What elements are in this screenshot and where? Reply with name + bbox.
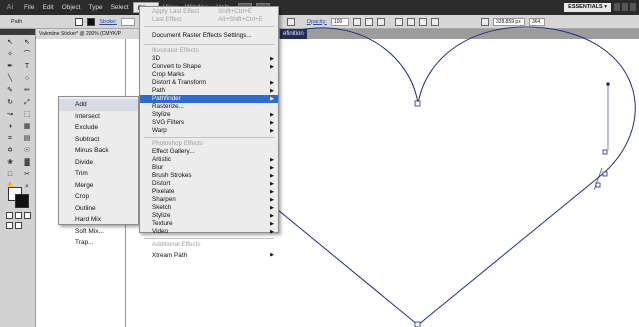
effect-item-rasterize[interactable]: Rasterize... (140, 103, 278, 111)
effect-item-path[interactable]: Path ▶ (140, 87, 278, 95)
menu-item-label: 3D (152, 55, 161, 62)
effect-item-xtream-path[interactable]: Xtream Path ▶ (140, 249, 278, 262)
submenu-arrow-icon: ▶ (270, 189, 274, 195)
anchor-point[interactable] (602, 171, 608, 177)
submenu-arrow-icon: ▶ (270, 229, 274, 235)
submenu-arrow-icon: ▶ (270, 157, 274, 163)
menu-item-label: Last Effect (152, 16, 182, 23)
handle-point[interactable] (606, 82, 610, 86)
effect-item-video[interactable]: Video ▶ (140, 228, 278, 236)
effect-item-distort-transform[interactable]: Distort & Transform ▶ (140, 79, 278, 87)
submenu-arrow-icon: ▶ (270, 197, 274, 203)
submenu-arrow-icon: ▶ (270, 112, 274, 118)
pathfinder-crop[interactable]: Crop (59, 191, 138, 203)
pathfinder-soft-mix[interactable]: Soft Mix... (59, 226, 138, 238)
menu-separator (144, 26, 274, 27)
submenu-arrow-icon: ▶ (270, 252, 274, 258)
effect-item-crop-marks[interactable]: Crop Marks (140, 71, 278, 79)
submenu-arrow-icon: ▶ (270, 181, 274, 187)
menu-item-label: Sketch (152, 204, 172, 211)
additional-effects-heading: Additional Effects (152, 241, 201, 248)
submenu-arrow-icon: ▶ (270, 80, 274, 86)
effect-item-sharpen[interactable]: Sharpen ▶ (140, 196, 278, 204)
apply-last-effect-item[interactable]: Apply Last Effect Shift+Ctrl+E (140, 8, 278, 16)
menu-item-label: Xtream Path (152, 252, 187, 259)
anchor-point[interactable] (414, 100, 421, 107)
anchor-point[interactable] (602, 149, 608, 155)
submenu-arrow-icon: ▶ (270, 64, 274, 70)
menu-item-label: SVG Filters (152, 119, 185, 126)
shortcut-label: Shift+Ctrl+E (218, 8, 252, 15)
menu-item-label: Distort & Transform (152, 79, 207, 86)
menu-item-label: Pixelate (152, 188, 175, 195)
menu-item-label: Blur (152, 164, 164, 171)
menu-item-label: Texture (152, 220, 173, 227)
shortcut-label: Alt+Shift+Ctrl+E (218, 16, 263, 23)
menu-item-label: Sharpen (152, 196, 176, 203)
pathfinder-submenu: Add Intersect Exclude Subtract Minus Bac… (58, 96, 139, 246)
pathfinder-subtract[interactable]: Subtract (59, 134, 138, 146)
submenu-arrow-icon: ▶ (270, 221, 274, 227)
pathfinder-exclude[interactable]: Exclude (59, 122, 138, 134)
menu-separator (144, 238, 274, 239)
effect-item-effect-gallery[interactable]: Effect Gallery... (140, 148, 278, 156)
document-raster-effects-settings-item[interactable]: Document Raster Effects Settings... (140, 29, 278, 42)
effect-item-convert-to-shape[interactable]: Convert to Shape ▶ (140, 63, 278, 71)
effect-item-3d[interactable]: 3D ▶ (140, 55, 278, 63)
submenu-arrow-icon: ▶ (270, 173, 274, 179)
anchor-points (414, 100, 608, 327)
menu-item-label: Pathfinder (152, 95, 181, 102)
menu-item-label: Apply Last Effect (152, 8, 200, 15)
menu-item-label: Video (152, 228, 168, 235)
effect-item-distort[interactable]: Distort ▶ (140, 180, 278, 188)
menu-item-label: Stylize (152, 111, 171, 118)
menu-separator (144, 44, 274, 45)
effect-item-pathfinder[interactable]: Pathfinder ▶ (140, 95, 278, 103)
effect-item-sketch[interactable]: Sketch ▶ (140, 204, 278, 212)
pathfinder-outline[interactable]: Outline (59, 203, 138, 215)
effect-item-stylize[interactable]: Stylize ▶ (140, 111, 278, 119)
menu-item-label: Stylize (152, 212, 171, 219)
effect-item-brush-strokes[interactable]: Brush Strokes ▶ (140, 172, 278, 180)
menu-separator (144, 137, 274, 138)
effect-menu: Apply Last Effect Shift+Ctrl+E Last Effe… (139, 6, 279, 259)
menu-item-label: Convert to Shape (152, 63, 202, 70)
submenu-arrow-icon: ▶ (270, 96, 274, 102)
menu-item-label: Warp (152, 127, 167, 134)
pathfinder-merge[interactable]: Merge (59, 180, 138, 192)
effect-item-svg-filters[interactable]: SVG Filters ▶ (140, 119, 278, 127)
heart-path[interactable] (245, 26, 636, 326)
pathfinder-minus-back[interactable]: Minus Back (59, 145, 138, 157)
pathfinder-add[interactable]: Add (59, 99, 138, 111)
pathfinder-intersect[interactable]: Intersect (59, 111, 138, 123)
submenu-arrow-icon: ▶ (270, 88, 274, 94)
pathfinder-hard-mix[interactable]: Hard Mix (59, 214, 138, 226)
last-effect-item[interactable]: Last Effect Alt+Shift+Ctrl+E (140, 16, 278, 24)
menu-item-label: Path (152, 87, 165, 94)
illustrator-effects-heading: Illustrator Effects (152, 47, 199, 54)
effect-item-stylize-photoshop[interactable]: Stylize ▶ (140, 212, 278, 220)
anchor-point[interactable] (414, 321, 421, 327)
menu-item-label: Brush Strokes (152, 172, 192, 179)
effect-item-blur[interactable]: Blur ▶ (140, 164, 278, 172)
submenu-arrow-icon: ▶ (270, 165, 274, 171)
submenu-arrow-icon: ▶ (270, 120, 274, 126)
menu-item-label: Artistic (152, 156, 171, 163)
pathfinder-divide[interactable]: Divide (59, 157, 138, 169)
pathfinder-trap[interactable]: Trap... (59, 237, 138, 249)
effect-item-artistic[interactable]: Artistic ▶ (140, 156, 278, 164)
submenu-arrow-icon: ▶ (270, 128, 274, 134)
effect-item-warp[interactable]: Warp ▶ (140, 127, 278, 135)
submenu-arrow-icon: ▶ (270, 205, 274, 211)
menu-item-label: Distort (152, 180, 171, 187)
submenu-arrow-icon: ▶ (270, 213, 274, 219)
effect-item-pixelate[interactable]: Pixelate ▶ (140, 188, 278, 196)
submenu-arrow-icon: ▶ (270, 56, 274, 62)
pathfinder-trim[interactable]: Trim (59, 168, 138, 180)
photoshop-effects-heading: Photoshop Effects (152, 140, 203, 147)
effect-item-texture[interactable]: Texture ▶ (140, 220, 278, 228)
